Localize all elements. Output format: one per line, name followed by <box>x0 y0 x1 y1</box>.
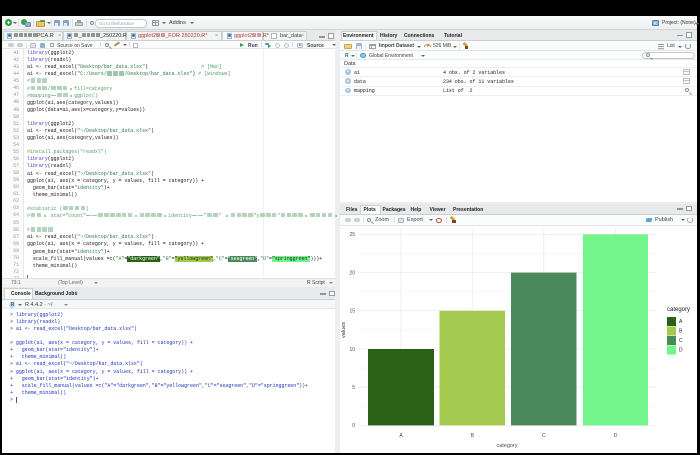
svg-text:C: C <box>679 338 683 344</box>
svg-text:10: 10 <box>349 347 355 353</box>
svg-text:values: values <box>341 322 347 338</box>
svg-text:C: C <box>542 433 546 439</box>
svg-text:15: 15 <box>349 309 355 315</box>
svg-text:20: 20 <box>349 270 355 276</box>
svg-text:5: 5 <box>352 385 355 391</box>
svg-text:0: 0 <box>352 423 355 429</box>
svg-text:D: D <box>614 433 618 439</box>
svg-text:category: category <box>667 307 690 313</box>
svg-text:category: category <box>496 443 517 449</box>
svg-text:25: 25 <box>349 232 355 238</box>
svg-text:D: D <box>679 348 683 354</box>
